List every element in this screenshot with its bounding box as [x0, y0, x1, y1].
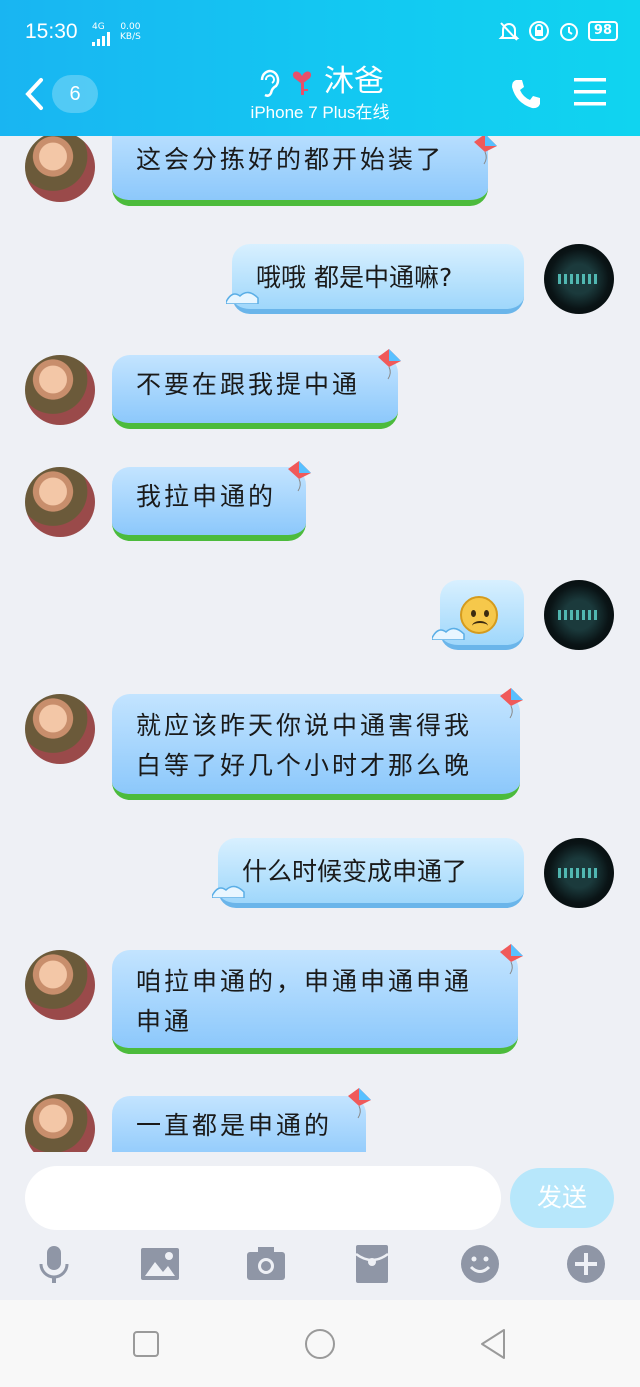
status-time: 15:30 — [25, 20, 78, 43]
message-bubble-right[interactable]: 什么时候变成申通了 — [218, 838, 524, 908]
my-avatar[interactable] — [544, 580, 614, 650]
message-bubble-left[interactable]: 不要在跟我提中通 — [112, 355, 398, 429]
kite-icon — [500, 944, 523, 975]
send-button[interactable]: 发送 — [510, 1168, 614, 1228]
camera-icon[interactable] — [244, 1242, 288, 1286]
kite-icon — [288, 461, 311, 492]
kite-icon — [474, 136, 497, 165]
microphone-icon[interactable] — [32, 1242, 76, 1286]
network-speed: 0.00 KB/S — [120, 22, 141, 42]
message-text: 哦哦 都是中通嘛? — [256, 263, 453, 292]
message-bubble-left[interactable]: 就应该昨天你说中通害得我 白等了好几个小时才那么晚 — [112, 694, 520, 800]
contact-avatar[interactable] — [25, 136, 95, 202]
red-packet-icon[interactable] — [350, 1242, 394, 1286]
chat-header: 15:30 4G 0.00 KB/S 98 6 沐爸 iPhone 7 Plus… — [0, 0, 640, 136]
kite-icon — [378, 349, 401, 380]
image-icon[interactable] — [138, 1242, 182, 1286]
message-list[interactable]: 这会分拣好的都开始装了 哦哦 都是中通嘛? 不要在跟我提中通 我拉申通的 就应该… — [0, 136, 640, 1152]
battery-indicator: 98 — [587, 21, 618, 41]
message-bubble-left[interactable]: 一直都是申通的 — [112, 1096, 366, 1152]
kite-icon — [500, 688, 523, 719]
ear-icon — [260, 69, 280, 97]
system-navigation-bar — [0, 1300, 640, 1387]
online-status: iPhone 7 Plus在线 — [250, 103, 390, 122]
composer-toolbar — [0, 1242, 640, 1292]
message-bubble-left[interactable]: 我拉申通的 — [112, 467, 306, 541]
message-input[interactable] — [25, 1166, 501, 1230]
network-indicator: 4G — [92, 23, 110, 49]
phone-call-icon[interactable] — [508, 76, 544, 112]
contact-avatar[interactable] — [25, 467, 95, 537]
message-text-line: 申通 — [136, 1007, 193, 1036]
speed-unit: KB/S — [120, 32, 141, 42]
message-text: 我拉申通的 — [136, 482, 277, 511]
unread-count-badge: 6 — [52, 75, 98, 113]
message-text: 这会分拣好的都开始装了 — [136, 145, 445, 174]
alarm-icon — [559, 23, 578, 41]
chevron-left-icon — [25, 78, 43, 110]
speed-value: 0.00 — [120, 22, 141, 32]
contact-info[interactable]: 沐爸 iPhone 7 Plus在线 — [150, 62, 490, 124]
contact-avatar[interactable] — [25, 355, 95, 425]
my-avatar[interactable] — [544, 838, 614, 908]
emoji-icon[interactable] — [458, 1242, 502, 1286]
wave-icon — [432, 627, 465, 640]
lock-icon — [528, 21, 549, 41]
contact-avatar[interactable] — [25, 694, 95, 764]
message-text-line: 白等了好几个小时才那么晚 — [136, 751, 473, 780]
kite-icon — [348, 1088, 371, 1119]
mute-bell-icon — [498, 22, 520, 41]
message-text: 一直都是申通的 — [136, 1111, 333, 1140]
home-icon[interactable] — [302, 1326, 338, 1362]
composer: 发送 — [0, 1152, 640, 1300]
plus-icon[interactable] — [564, 1242, 608, 1286]
contact-name: 沐爸 — [324, 64, 384, 99]
wave-icon — [226, 291, 259, 304]
wave-icon — [212, 885, 245, 898]
signal-icon — [92, 32, 110, 46]
message-text-line: 就应该昨天你说中通害得我 — [136, 711, 473, 740]
network-type: 4G — [92, 22, 105, 32]
recent-apps-icon[interactable] — [128, 1326, 164, 1362]
message-text-line: 咱拉申通的，申通申通申通 — [136, 967, 473, 996]
message-bubble-right[interactable]: 哦哦 都是中通嘛? — [232, 244, 524, 314]
back-button[interactable]: 6 — [24, 72, 104, 116]
contact-avatar[interactable] — [25, 1094, 95, 1152]
heart-key-icon — [292, 71, 312, 95]
status-icons: 98 — [498, 20, 618, 42]
menu-icon[interactable] — [572, 76, 608, 108]
message-text: 不要在跟我提中通 — [136, 370, 361, 399]
message-bubble-left[interactable]: 咱拉申通的，申通申通申通 申通 — [112, 950, 518, 1054]
status-bar: 15:30 4G 0.00 KB/S 98 — [0, 0, 640, 64]
message-bubble-left[interactable]: 这会分拣好的都开始装了 — [112, 136, 488, 206]
back-triangle-icon[interactable] — [476, 1326, 512, 1362]
my-avatar[interactable] — [544, 244, 614, 314]
message-text: 什么时候变成申通了 — [242, 857, 468, 886]
contact-avatar[interactable] — [25, 950, 95, 1020]
title-row: 沐爸 — [150, 62, 490, 102]
